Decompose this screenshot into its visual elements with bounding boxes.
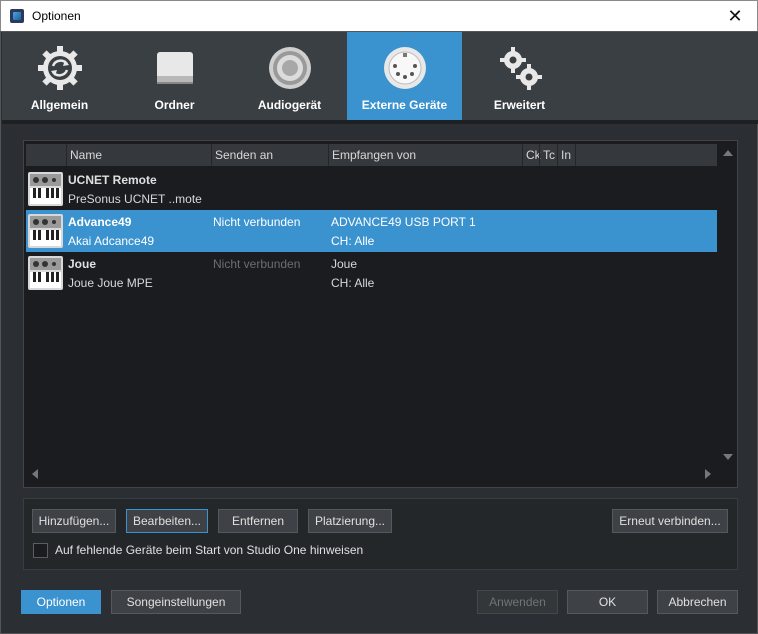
header-input[interactable]: In (557, 144, 575, 166)
gear-refresh-icon (37, 46, 82, 90)
device-name: Joue (68, 257, 97, 271)
device-receive-port: Joue (331, 257, 358, 271)
device-receive-port: ADVANCE49 USB PORT 1 (331, 215, 476, 229)
table-row[interactable]: Joue Joue Joue MPE Nicht verbunden Joue … (26, 252, 717, 294)
gears-icon (499, 47, 542, 90)
table-row[interactable]: UCNET Remote PreSonus UCNET ..mote (26, 168, 717, 210)
header-icon-column (26, 144, 66, 166)
reconnect-button[interactable]: Erneut verbinden... (612, 509, 728, 533)
vertical-scrollbar[interactable] (719, 144, 737, 484)
device-actions-panel: Hinzufügen... Bearbeiten... Entfernen Pl… (23, 498, 738, 570)
tab-label: Erweitert (493, 98, 546, 112)
tab-label: Audiogerät (257, 98, 322, 112)
table-row[interactable]: Advance49 Akai Adcance49 Nicht verbunden… (26, 210, 717, 252)
device-name: Advance49 (68, 215, 132, 229)
device-channel: CH: Alle (331, 276, 375, 290)
add-button[interactable]: Hinzufügen... (32, 509, 116, 533)
header-clock[interactable]: Ck (522, 144, 541, 166)
tab-label: Allgemein (30, 98, 89, 112)
drive-icon (156, 52, 193, 84)
device-send-status: Nicht verbunden (213, 215, 301, 229)
missing-devices-checkbox[interactable] (33, 543, 48, 558)
scroll-up-icon[interactable] (723, 150, 733, 156)
speaker-icon (268, 47, 311, 89)
device-name: UCNET Remote (68, 173, 157, 187)
tab-underline (2, 120, 758, 124)
tab-allgemein[interactable]: Allgemein (2, 32, 117, 120)
tab-label: Ordner (154, 98, 195, 112)
keyboard-device-icon (28, 214, 63, 248)
song-settings-button[interactable]: Songeinstellungen (111, 590, 241, 614)
keyboard-device-icon (28, 256, 63, 290)
scroll-left-icon[interactable] (32, 469, 38, 479)
keyboard-device-icon (28, 172, 63, 206)
ok-button[interactable]: OK (567, 590, 648, 614)
close-icon[interactable]: ✕ (713, 1, 757, 31)
remove-button[interactable]: Entfernen (218, 509, 298, 533)
tab-erweitert[interactable]: Erweitert (462, 32, 577, 120)
tab-audiogeraet[interactable]: Audiogerät (232, 32, 347, 120)
options-window: Allgemein Ordner Audiogerät Externe Gerä… (0, 31, 758, 634)
midi-port-icon (383, 47, 426, 89)
device-model: Akai Adcance49 (68, 234, 155, 248)
scroll-right-icon[interactable] (705, 469, 711, 479)
header-name[interactable]: Name (66, 144, 211, 166)
device-send-status: Nicht verbunden (213, 257, 301, 271)
scroll-down-icon[interactable] (723, 454, 733, 460)
options-button[interactable]: Optionen (21, 590, 101, 614)
device-channel: CH: Alle (331, 234, 375, 248)
device-table: Name Senden an Empfangen von Ck Tc In UC… (23, 140, 738, 488)
tab-label: Externe Geräte (361, 98, 448, 112)
device-model: PreSonus UCNET ..mote (68, 192, 202, 206)
tab-externe-geraete[interactable]: Externe Geräte (347, 32, 462, 120)
header-receive[interactable]: Empfangen von (328, 144, 522, 166)
tab-ordner[interactable]: Ordner (117, 32, 232, 120)
header-send[interactable]: Senden an (211, 144, 328, 166)
header-timecode[interactable]: Tc (539, 144, 557, 166)
cancel-button[interactable]: Abbrechen (657, 590, 738, 614)
app-icon (10, 9, 24, 23)
title-bar: Optionen ✕ (0, 0, 758, 31)
edit-button[interactable]: Bearbeiten... (126, 509, 208, 533)
apply-button[interactable]: Anwenden (477, 590, 558, 614)
tab-bar: Allgemein Ordner Audiogerät Externe Gerä… (2, 32, 758, 120)
placement-button[interactable]: Platzierung... (308, 509, 392, 533)
device-list: UCNET Remote PreSonus UCNET ..mote Advan… (26, 168, 717, 294)
table-header: Name Senden an Empfangen von Ck Tc In (26, 144, 717, 166)
header-filler (575, 144, 717, 166)
window-title: Optionen (32, 9, 81, 23)
missing-devices-label: Auf fehlende Geräte beim Start von Studi… (55, 543, 364, 557)
device-model: Joue Joue MPE (68, 276, 153, 290)
